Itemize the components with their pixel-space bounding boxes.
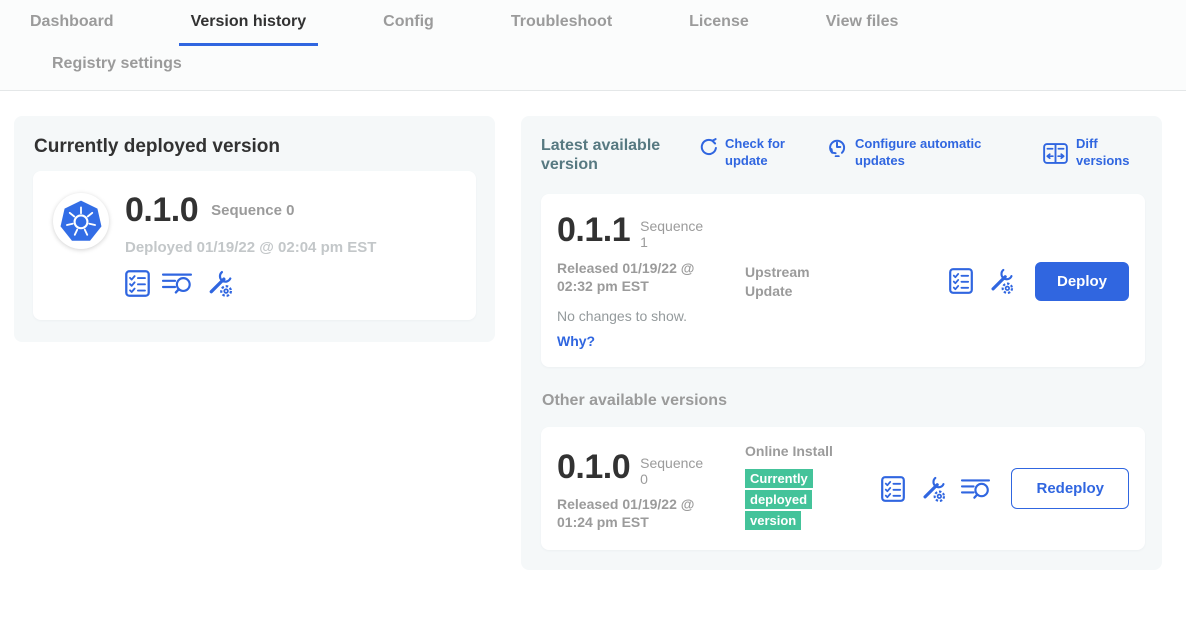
why-link[interactable]: Why?	[557, 333, 745, 349]
check-for-update-label: Check for update	[725, 136, 797, 170]
no-changes-text: No changes to show.	[557, 308, 745, 324]
available-versions-panel: Latest available version Check for updat…	[521, 116, 1162, 570]
tab-troubleshoot[interactable]: Troubleshoot	[511, 13, 612, 46]
refresh-icon	[697, 137, 717, 157]
currently-deployed-panel: Currently deployed version 0.1.0 Sequenc…	[14, 116, 495, 342]
preflight-checks-icon[interactable]	[881, 476, 905, 502]
other-source-label: Online Install	[745, 442, 845, 460]
preflight-checks-icon[interactable]	[125, 270, 150, 297]
latest-released-timestamp: Released 01/19/22 @ 02:32 pm EST	[557, 259, 729, 295]
configure-automatic-updates-link[interactable]: Configure automatic updates	[827, 136, 1013, 170]
latest-version-number: 0.1.1	[557, 213, 630, 249]
other-version-number: 0.1.0	[557, 450, 630, 486]
deployed-version-number: 0.1.0	[125, 193, 198, 229]
configure-automatic-updates-label: Configure automatic updates	[855, 136, 1013, 170]
latest-version-info: 0.1.1 Sequence 1 Released 01/19/22 @ 02:…	[557, 213, 745, 349]
diff-versions-link[interactable]: Diff versions	[1043, 136, 1145, 170]
latest-available-title: Latest available version	[541, 136, 679, 174]
latest-version-card: 0.1.1 Sequence 1 Released 01/19/22 @ 02:…	[541, 194, 1145, 367]
other-version-info: 0.1.0 Sequence 0 Released 01/19/22 @ 01:…	[557, 446, 745, 532]
tab-view-files[interactable]: View files	[826, 13, 899, 46]
currently-deployed-badge-wrap: Currently deployed version	[745, 468, 813, 531]
tab-dashboard[interactable]: Dashboard	[30, 13, 114, 46]
tab-registry-settings[interactable]: Registry settings	[52, 55, 182, 90]
top-nav: Dashboard Version history Config Trouble…	[0, 0, 1186, 91]
latest-source-label: Upstream Update	[745, 213, 845, 299]
latest-sequence-label: Sequence 1	[640, 213, 712, 250]
deployed-version-details: 0.1.0 Sequence 0 Deployed 01/19/22 @ 02:…	[125, 193, 376, 298]
preflight-checks-icon[interactable]	[949, 268, 973, 294]
other-version-card: 0.1.0 Sequence 0 Released 01/19/22 @ 01:…	[541, 427, 1145, 550]
deploy-logs-icon[interactable]	[162, 271, 193, 296]
diff-versions-label: Diff versions	[1076, 136, 1145, 170]
deploy-button[interactable]: Deploy	[1035, 262, 1129, 301]
deployed-sequence-label: Sequence 0	[211, 193, 294, 219]
latest-version-actions: Deploy	[949, 262, 1129, 301]
other-source-column: Online Install Currently deployed versio…	[745, 442, 845, 531]
other-versions-title: Other available versions	[542, 392, 1145, 410]
diff-icon	[1043, 143, 1068, 164]
edit-config-icon[interactable]	[987, 267, 1015, 295]
schedule-update-icon	[827, 137, 847, 157]
edit-config-icon[interactable]	[919, 475, 947, 503]
header-actions: Check for update Configure automatic upd…	[697, 136, 1145, 170]
deploy-logs-icon[interactable]	[961, 477, 991, 501]
latest-version-header: Latest available version Check for updat…	[541, 136, 1145, 174]
other-released-timestamp: Released 01/19/22 @ 01:24 pm EST	[557, 495, 729, 531]
redeploy-button[interactable]: Redeploy	[1011, 468, 1129, 509]
tab-license[interactable]: License	[689, 13, 749, 46]
deployed-version-card: 0.1.0 Sequence 0 Deployed 01/19/22 @ 02:…	[33, 171, 476, 320]
kubernetes-icon	[58, 198, 104, 244]
other-version-actions: Redeploy	[881, 468, 1129, 509]
other-sequence-label: Sequence 0	[640, 450, 712, 487]
app-logo	[53, 193, 109, 249]
tab-config[interactable]: Config	[383, 13, 434, 46]
edit-config-icon[interactable]	[205, 269, 234, 298]
tab-version-history[interactable]: Version history	[179, 13, 319, 46]
content-area: Currently deployed version 0.1.0 Sequenc…	[0, 91, 1186, 570]
currently-deployed-title: Currently deployed version	[34, 136, 476, 158]
currently-deployed-badge: Currently deployed version	[745, 469, 813, 530]
nav-tabs-row: Dashboard Version history Config Trouble…	[0, 13, 1186, 46]
check-for-update-link[interactable]: Check for update	[697, 136, 797, 170]
nav-tabs-row-2: Registry settings	[0, 55, 1186, 90]
deployed-timestamp: Deployed 01/19/22 @ 02:04 pm EST	[125, 239, 376, 256]
